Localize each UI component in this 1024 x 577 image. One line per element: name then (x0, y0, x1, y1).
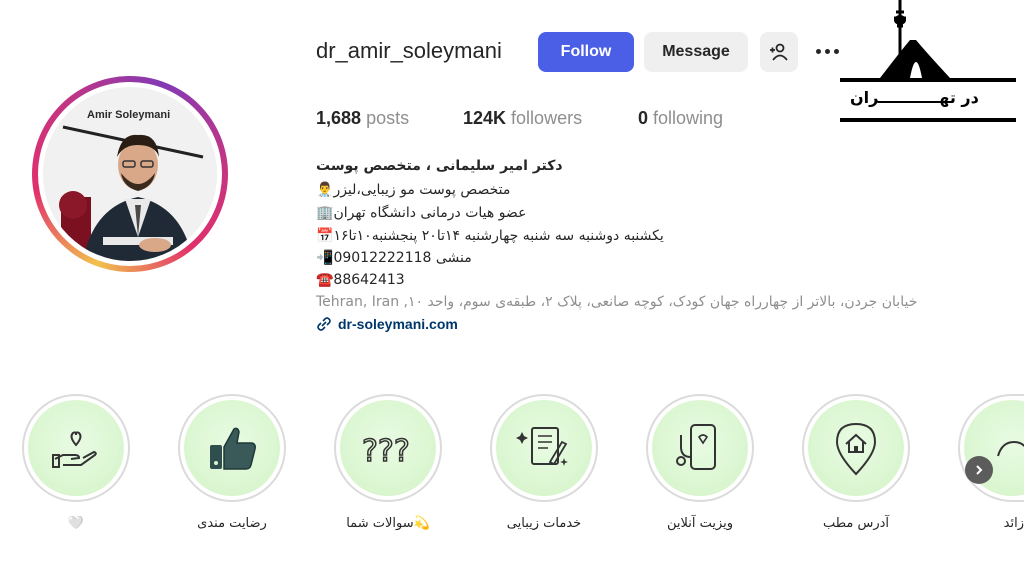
bio-line-secretary: 📲منشی 09012222118 (316, 250, 472, 266)
bio-line-hours: 📅یکشنبه دوشنبه سه شنبه چهارشنبه ۱۴تا۲۰ پ… (316, 228, 664, 244)
highlight-cover (184, 400, 280, 496)
add-user-icon (770, 43, 788, 61)
highlight-3[interactable] (490, 394, 598, 502)
posts-count: 1,688 (316, 108, 362, 128)
follow-button[interactable]: Follow (538, 32, 634, 72)
highlight-label-0: 🤍 (67, 516, 85, 531)
question-marks-icon: ??? (361, 433, 410, 470)
highlight-cover (496, 400, 592, 496)
highlight-0[interactable] (22, 394, 130, 502)
hand-icon (997, 440, 1024, 457)
highlight-label-3: خدمات زیبایی (506, 516, 582, 531)
highlight-4[interactable] (646, 394, 754, 502)
bio-website[interactable]: dr-soleymani.com (316, 316, 458, 332)
highlight-label-4: ویزیت آنلاین (666, 516, 734, 531)
avatar-caption: Amir Soleymani (87, 109, 171, 121)
clipboard-sparkle-icon (516, 427, 568, 466)
suggest-users-button[interactable] (760, 32, 798, 72)
highlight-label-5: آدرس مطب (822, 516, 890, 531)
profile-username: dr_amir_soleymani (316, 38, 502, 63)
message-button[interactable]: Message (644, 32, 748, 72)
bio-address: Tehran, Iran ,خیابان جردن، بالاتر از چها… (316, 294, 918, 310)
website-link[interactable]: dr-soleymani.com (338, 316, 458, 332)
highlight-cover (808, 400, 904, 496)
highlights-next-button[interactable] (965, 456, 993, 484)
bio-line-specialty: 👨‍⚕️متخصص پوست مو زیبایی،لیزر (316, 182, 511, 198)
highlight-cover (28, 400, 124, 496)
following-count: 0 (638, 108, 649, 128)
avatar-photo: Amir Soleymani (43, 87, 217, 261)
avatar-frame: Amir Soleymani (38, 82, 222, 266)
highlight-cover (652, 400, 748, 496)
highlight-cover: ??? (340, 400, 436, 496)
watermark-text: در تهـــــــــــران (850, 88, 979, 107)
highlight-2[interactable]: ??? (334, 394, 442, 502)
thumbs-up-icon (210, 427, 256, 470)
highlight-1[interactable] (178, 394, 286, 502)
following-stat[interactable]: 0 following (638, 108, 723, 129)
svg-text:???: ??? (362, 434, 410, 469)
highlight-6[interactable] (958, 394, 1024, 502)
more-options-icon[interactable] (812, 38, 842, 64)
posts-stat: 1,688 posts (316, 108, 409, 129)
highlight-label-1: رضایت مندی (197, 516, 267, 531)
highlight-label-2: سوالات شما💫 (346, 516, 430, 531)
highlight-label-6: زائد (1003, 516, 1024, 531)
highlight-5[interactable] (802, 394, 910, 502)
chevron-right-icon (976, 465, 983, 475)
location-home-icon (835, 422, 877, 476)
followers-count: 124K (463, 108, 507, 128)
link-icon (317, 317, 331, 331)
following-label: following (653, 108, 724, 128)
phone-stethoscope-icon (676, 424, 716, 470)
followers-stat[interactable]: 124K followers (463, 108, 582, 129)
bio-line-phone: ☎️88642413 (316, 272, 405, 288)
heart-hand-icon (52, 431, 97, 468)
followers-label: followers (511, 108, 583, 128)
bio-line-faculty: 🏢عضو هیات درمانی دانشگاه تهران (316, 205, 527, 221)
bio-name: دکتر امیر سلیمانی ، متخصص پوست (316, 158, 563, 174)
posts-label: posts (366, 108, 410, 128)
profile-avatar[interactable]: Amir Soleymani (32, 76, 228, 272)
